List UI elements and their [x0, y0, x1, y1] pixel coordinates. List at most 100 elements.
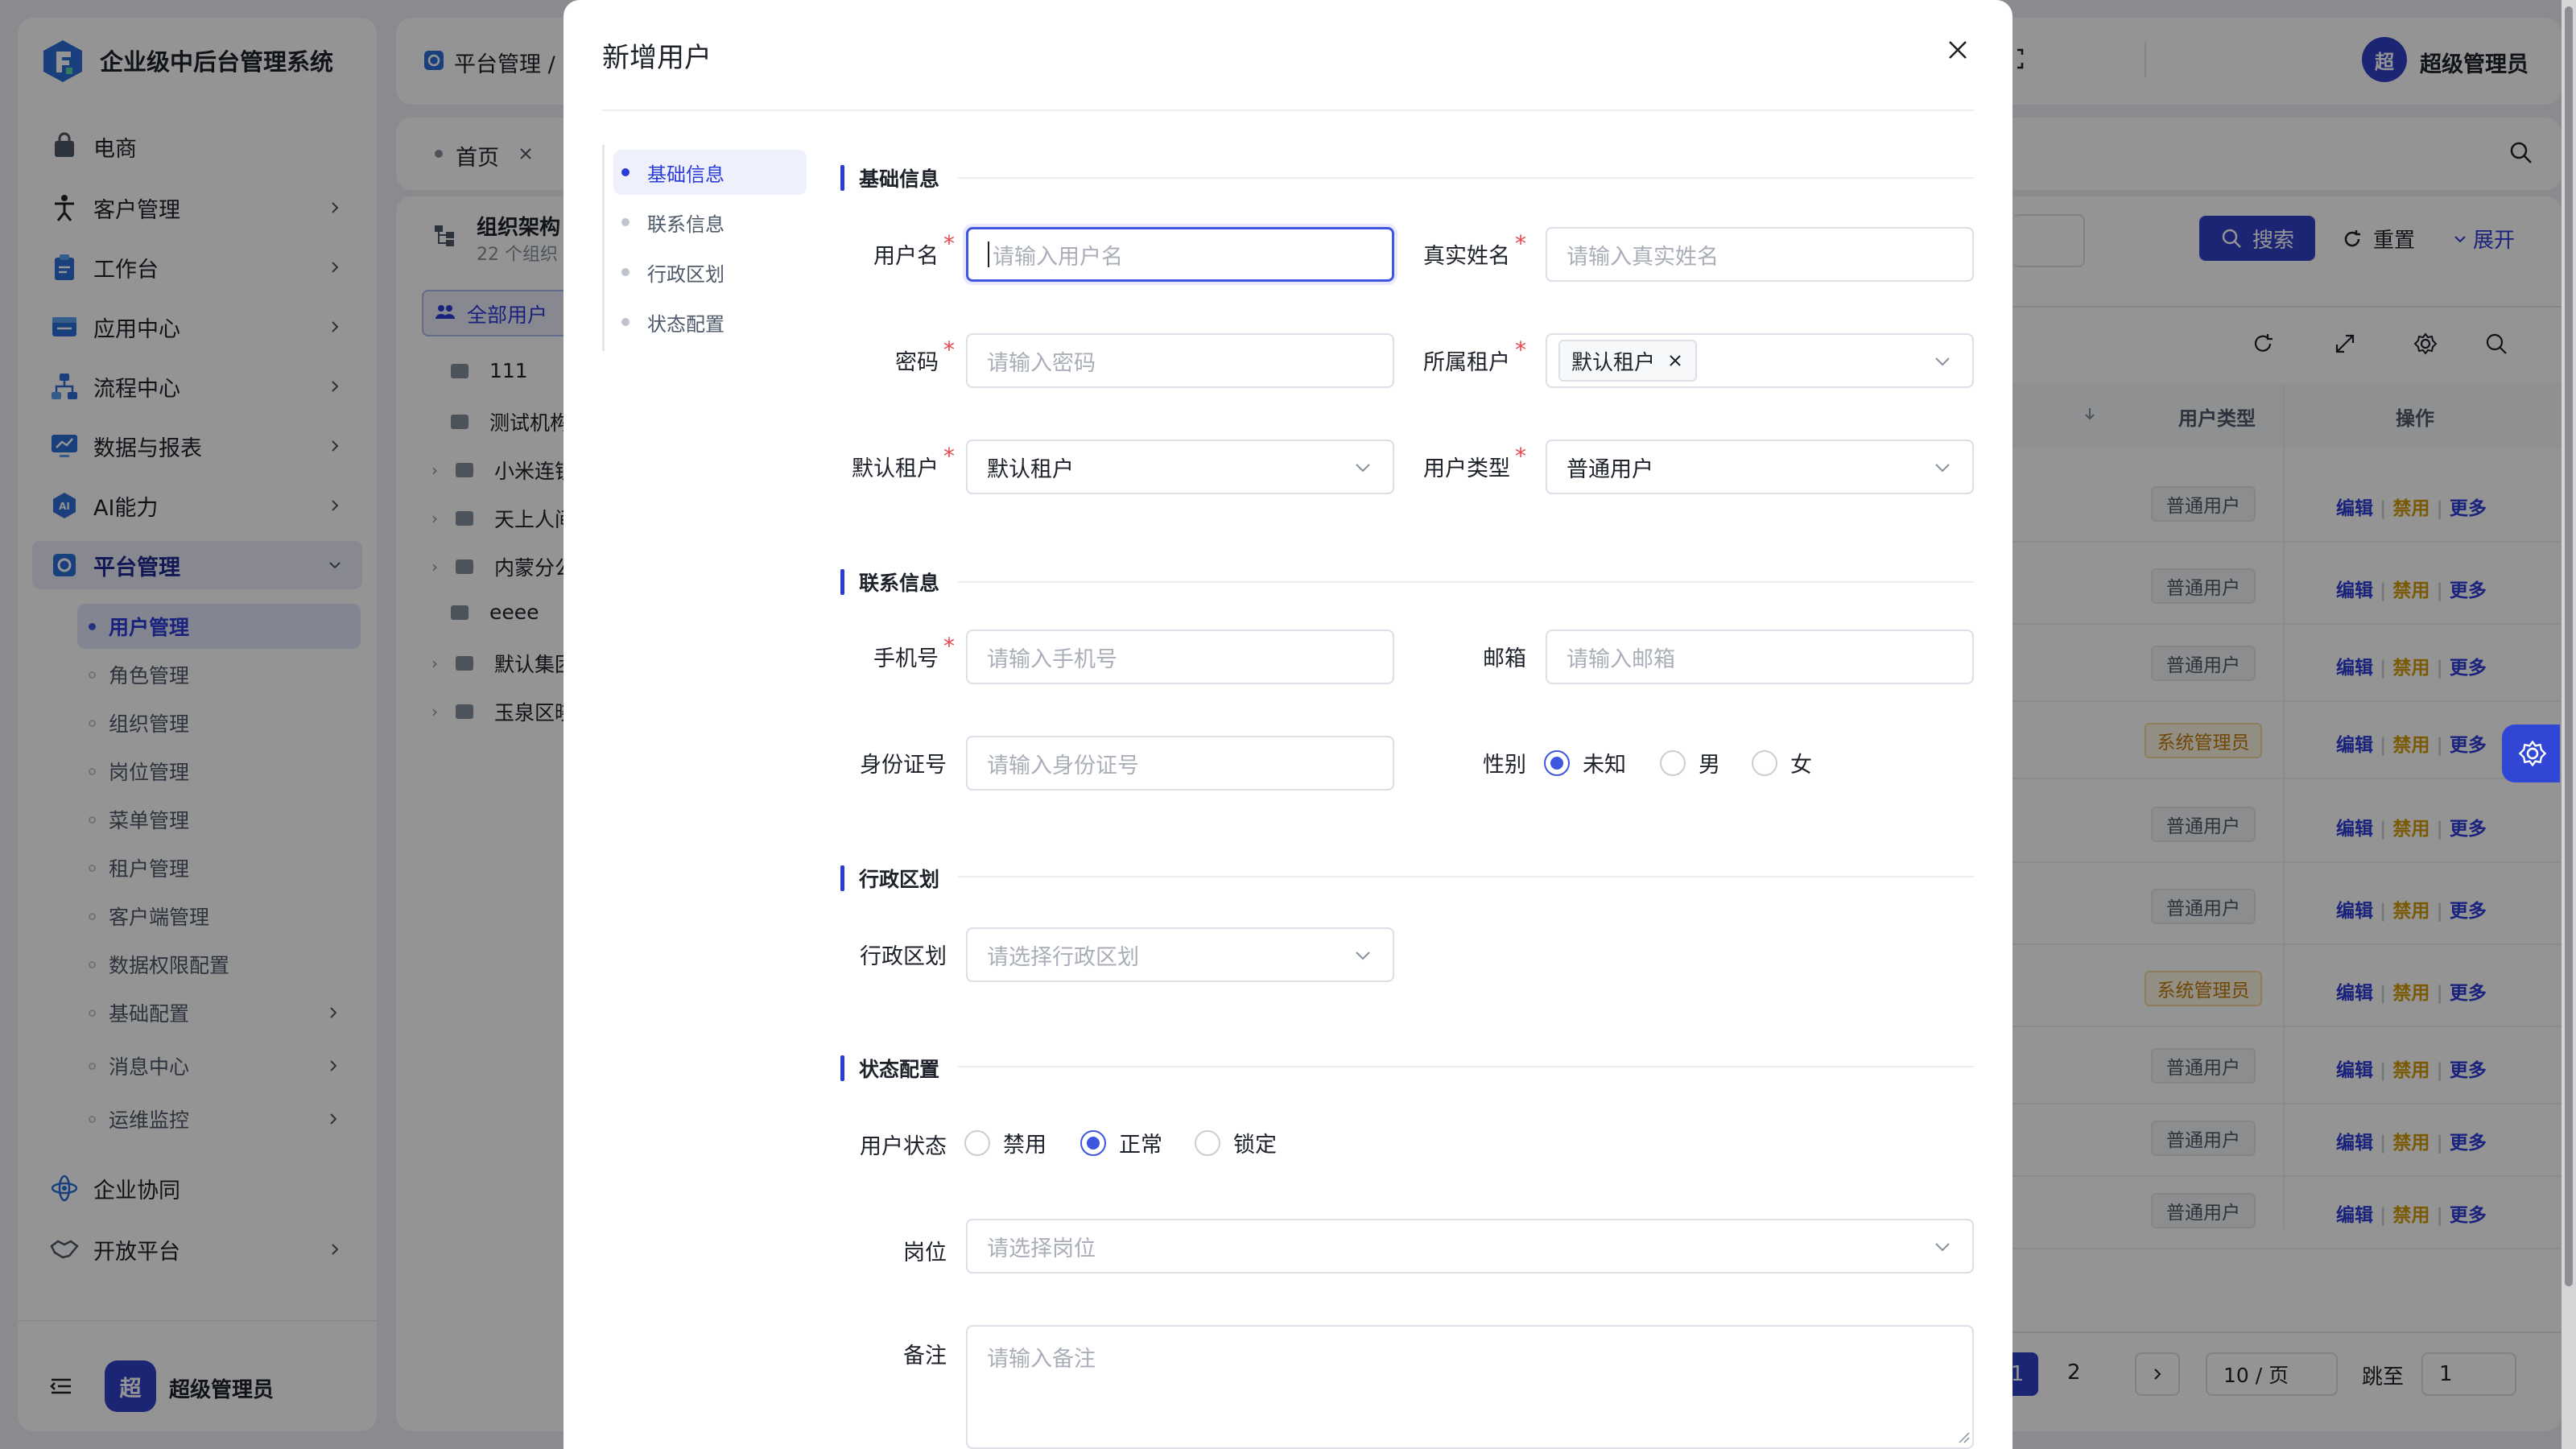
chevron-down-icon [1356, 464, 1370, 473]
anchor-status-config[interactable]: 状态配置 [613, 299, 807, 345]
anchor-dot-icon [621, 218, 630, 226]
default-tenant-label: 默认租户 * [813, 443, 955, 482]
required-mark: * [943, 230, 955, 257]
gear-icon [2518, 740, 2547, 767]
radio-label: 锁定 [1233, 1133, 1277, 1158]
required-mark: * [1515, 336, 1526, 363]
section-marker [840, 165, 844, 191]
anchor-region[interactable]: 行政区划 [613, 250, 807, 295]
close-icon[interactable] [1943, 35, 1972, 64]
password-placeholder: 请输入密码 [987, 350, 1096, 376]
password-input[interactable]: 请输入密码 [966, 333, 1394, 388]
user-type-select[interactable]: 普通用户 [1546, 440, 1974, 494]
tenant-select[interactable]: 默认租户 [1546, 333, 1974, 388]
section-title-label: 基础信息 [859, 167, 940, 191]
email-placeholder: 请输入邮箱 [1567, 646, 1675, 672]
username-placeholder: 请输入用户名 [993, 244, 1123, 270]
page-scrollbar-thumb[interactable] [2565, 6, 2573, 1286]
username-label: 用户名 * [813, 230, 955, 270]
phone-placeholder: 请输入手机号 [987, 646, 1117, 672]
section-divider [958, 177, 1974, 179]
radio-label: 女 [1790, 753, 1812, 778]
status-option-normal[interactable]: 正常 [1080, 1127, 1162, 1158]
post-select[interactable]: 请选择岗位 [966, 1219, 1974, 1274]
required-mark: * [1515, 443, 1526, 469]
gender-label: 性别 [1385, 747, 1526, 778]
anchor-label: 基础信息 [647, 163, 724, 186]
field-label: 真实姓名 [1423, 244, 1510, 269]
default-tenant-select[interactable]: 默认租户 [966, 440, 1394, 494]
anchor-dot-icon [621, 168, 630, 176]
radio-label: 男 [1699, 753, 1720, 778]
section-marker [840, 1055, 844, 1081]
chevron-down-icon [1935, 1243, 1950, 1252]
modal-title: 新增用户 [602, 42, 712, 74]
required-mark: * [1515, 230, 1526, 257]
radio-unchecked [964, 1129, 990, 1156]
remove-chip-icon[interactable] [1666, 352, 1684, 369]
radio-label: 未知 [1583, 753, 1626, 778]
user-type-value: 普通用户 [1567, 456, 1653, 482]
floating-settings-button[interactable] [2502, 724, 2560, 782]
radio-unchecked [1752, 749, 1777, 776]
default-tenant-value: 默认租户 [987, 456, 1074, 482]
field-label: 所属租户 [1423, 350, 1510, 375]
section-divider [958, 1066, 1974, 1067]
status-label: 用户状态 [813, 1129, 947, 1160]
resize-handle-icon[interactable] [1956, 1430, 1971, 1444]
field-label: 用户名 [873, 244, 939, 269]
radio-checked [1080, 1129, 1106, 1156]
remark-textarea[interactable]: 请输入备注 [966, 1325, 1974, 1449]
realname-placeholder: 请输入真实姓名 [1567, 244, 1719, 270]
section-marker [840, 865, 844, 891]
required-mark: * [943, 336, 955, 363]
chevron-down-icon [1935, 464, 1950, 473]
field-label: 邮箱 [1483, 646, 1526, 671]
anchor-contact-info[interactable]: 联系信息 [613, 200, 807, 245]
password-label: 密码 * [813, 336, 955, 376]
tenant-label: 所属租户 * [1385, 336, 1526, 376]
username-input[interactable]: 请输入用户名 [966, 227, 1394, 282]
radio-label: 正常 [1119, 1133, 1162, 1158]
field-label: 用户类型 [1423, 456, 1510, 481]
field-label: 行政区划 [860, 944, 947, 969]
text-caret [988, 242, 989, 267]
section-title-region: 行政区划 [840, 865, 939, 892]
tenant-chip-label: 默认租户 [1571, 350, 1656, 375]
section-title-status: 状态配置 [840, 1055, 939, 1082]
idcard-label: 身份证号 [813, 747, 947, 778]
section-title-label: 联系信息 [859, 572, 940, 595]
realname-label: 真实姓名 * [1385, 230, 1526, 270]
field-label: 密码 [895, 350, 939, 375]
field-label: 手机号 [873, 646, 939, 671]
gender-option-unknown[interactable]: 未知 [1544, 747, 1626, 778]
section-divider [958, 876, 1974, 877]
realname-input[interactable]: 请输入真实姓名 [1546, 227, 1974, 282]
radio-checked [1544, 749, 1570, 776]
anchor-dot-icon [621, 268, 630, 276]
anchor-basic-info[interactable]: 基础信息 [613, 150, 807, 195]
anchor-label: 行政区划 [647, 262, 724, 286]
phone-label: 手机号 * [813, 633, 955, 672]
status-option-disabled[interactable]: 禁用 [964, 1127, 1046, 1158]
anchor-track [602, 145, 605, 351]
modal-header-divider [602, 109, 1974, 111]
phone-input[interactable]: 请输入手机号 [966, 630, 1394, 684]
idcard-placeholder: 请输入身份证号 [987, 753, 1139, 778]
region-select[interactable]: 请选择行政区划 [966, 927, 1394, 982]
required-mark: * [943, 443, 955, 469]
radio-unchecked [1660, 749, 1686, 776]
email-label: 邮箱 [1385, 641, 1526, 672]
field-label: 岗位 [903, 1241, 947, 1265]
anchor-dot-icon [621, 318, 630, 326]
field-label: 用户状态 [860, 1134, 947, 1159]
gender-option-male[interactable]: 男 [1660, 747, 1720, 778]
user-type-label: 用户类型 * [1385, 443, 1526, 482]
status-option-locked[interactable]: 锁定 [1195, 1127, 1277, 1158]
tenant-chip[interactable]: 默认租户 [1558, 340, 1698, 382]
anchor-label: 状态配置 [647, 312, 724, 336]
gender-option-female[interactable]: 女 [1752, 747, 1812, 778]
idcard-input[interactable]: 请输入身份证号 [966, 736, 1394, 791]
email-input[interactable]: 请输入邮箱 [1546, 630, 1974, 684]
field-label: 身份证号 [860, 753, 947, 778]
